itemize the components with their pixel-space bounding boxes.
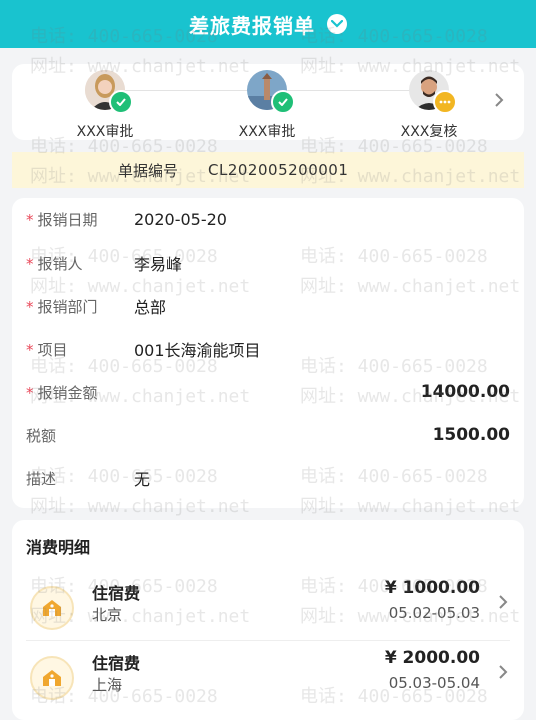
approval-step-1[interactable]: XXX审批	[50, 70, 160, 141]
field-value: 无	[134, 470, 151, 489]
list-item[interactable]: 住宿费 上海 ¥ 2000.00 05.03-05.04	[26, 646, 510, 712]
field-reimburser: * 报销人 李易峰	[26, 250, 510, 276]
required-mark: *	[26, 383, 34, 402]
field-description: 描述 无	[26, 465, 510, 491]
required-mark: *	[26, 254, 34, 273]
field-value: 1500.00	[432, 425, 510, 445]
divider	[26, 640, 510, 641]
hotel-icon	[30, 656, 74, 700]
section-title: 消费明细	[26, 538, 91, 557]
chevron-right-icon[interactable]	[494, 92, 504, 112]
field-label: 报销人	[37, 254, 83, 273]
field-value: 总部	[134, 298, 167, 317]
document-number-label: 单据编号	[118, 161, 179, 180]
field-label: 项目	[37, 340, 68, 359]
reimbursement-details: * 报销日期 2020-05-20 * 报销人 李易峰 * 报销部门 总部 * 项目 0…	[12, 198, 524, 508]
field-label: 报销部门	[37, 297, 98, 316]
chevron-right-icon[interactable]	[498, 664, 508, 684]
approval-step-3[interactable]: XXX复核	[374, 70, 484, 141]
page-title: 差旅费报销单	[189, 13, 315, 38]
step-label: XXX复核	[400, 124, 458, 140]
field-date: * 报销日期 2020-05-20	[26, 206, 510, 232]
required-mark: *	[26, 297, 34, 316]
document-number-value: CL202005200001	[208, 161, 349, 179]
required-mark: *	[26, 340, 34, 359]
avatar	[247, 70, 295, 114]
required-mark: *	[26, 210, 34, 229]
field-label: 报销日期	[37, 210, 98, 229]
check-icon	[271, 90, 295, 114]
field-amount: * 报销金额 14000.00	[26, 379, 510, 405]
list-item[interactable]: 住宿费 北京 ¥ 1000.00 05.02-05.03	[26, 576, 510, 642]
chevron-down-icon[interactable]	[327, 14, 347, 34]
expense-dates: 05.02-05.03	[388, 604, 480, 622]
field-value: 2020-05-20	[134, 209, 227, 229]
field-project: * 项目 001长海渝能项目	[26, 336, 510, 362]
document-number-bar: 单据编号 CL202005200001	[12, 152, 524, 188]
step-label: XXX审批	[238, 124, 296, 140]
field-label: 税额	[26, 426, 57, 445]
approval-step-2[interactable]: XXX审批	[212, 70, 322, 141]
page-header: 差旅费报销单	[0, 0, 536, 48]
step-label: XXX审批	[76, 124, 134, 140]
expense-name: 住宿费	[92, 654, 141, 673]
field-value: 14000.00	[420, 382, 510, 402]
field-label: 描述	[26, 469, 57, 488]
field-value: 001长海渝能项目	[134, 341, 261, 360]
field-label: 报销金额	[37, 383, 98, 402]
more-icon	[433, 90, 457, 114]
expense-name: 住宿费	[92, 584, 141, 603]
expense-amount: ¥ 2000.00	[384, 648, 480, 668]
expense-details: 消费明细 住宿费 北京 ¥ 1000.00 05.02-05.03 住宿费 上海…	[12, 520, 524, 720]
field-tax: 税额 1500.00	[26, 422, 510, 448]
expense-city: 上海	[92, 676, 123, 694]
avatar	[85, 70, 133, 114]
hotel-icon	[30, 586, 74, 630]
expense-dates: 05.03-05.04	[388, 674, 480, 692]
field-department: * 报销部门 总部	[26, 293, 510, 319]
field-value: 李易峰	[134, 255, 183, 274]
avatar	[409, 70, 457, 114]
check-icon	[109, 90, 133, 114]
chevron-right-icon[interactable]	[498, 594, 508, 614]
expense-city: 北京	[92, 606, 123, 624]
approval-flow: XXX审批 XXX审批 XXX复核	[12, 64, 524, 140]
expense-amount: ¥ 1000.00	[384, 578, 480, 598]
